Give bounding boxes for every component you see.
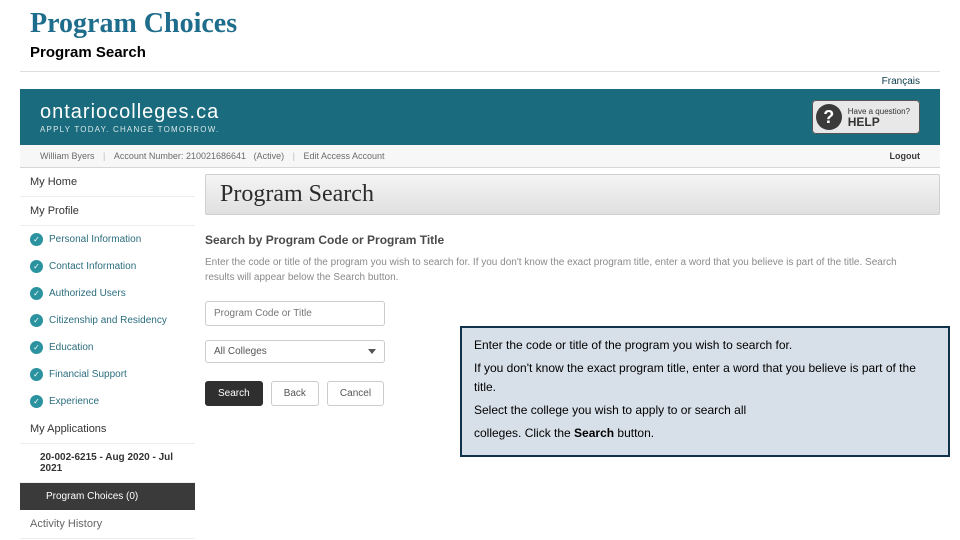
sidebar-item-label: Contact Information <box>49 261 136 272</box>
sidebar-item-label: Financial Support <box>49 369 127 380</box>
check-icon: ✓ <box>30 233 43 246</box>
account-bar: William Byers | Account Number: 21002168… <box>20 145 940 168</box>
back-button[interactable]: Back <box>271 381 319 406</box>
account-number: 210021686641 <box>186 151 246 161</box>
account-number-label: Account Number: <box>114 151 184 161</box>
sidebar-activity-history[interactable]: Activity History <box>20 510 195 539</box>
search-button[interactable]: Search <box>205 381 263 406</box>
check-icon: ✓ <box>30 314 43 327</box>
check-icon: ✓ <box>30 260 43 273</box>
check-icon: ✓ <box>30 287 43 300</box>
edit-access-link[interactable]: Edit Access Account <box>303 151 384 161</box>
sidebar-item-label: Education <box>49 342 93 353</box>
account-status: (Active) <box>254 151 285 161</box>
check-icon: ✓ <box>30 368 43 381</box>
question-icon: ? <box>816 104 842 130</box>
separator: | <box>293 151 295 161</box>
top-links: Français <box>20 72 940 89</box>
help-label: HELP <box>848 117 910 127</box>
page-title-bar: Program Search <box>205 174 940 215</box>
sidebar-my-applications[interactable]: My Applications <box>20 415 195 444</box>
cancel-button[interactable]: Cancel <box>327 381 384 406</box>
sidebar-item-label: Authorized Users <box>49 288 126 299</box>
sidebar-item-contact-information[interactable]: ✓ Contact Information <box>20 253 195 280</box>
sidebar-item-education[interactable]: ✓ Education <box>20 334 195 361</box>
account-name: William Byers <box>40 151 95 161</box>
sidebar-item-authorized-users[interactable]: ✓ Authorized Users <box>20 280 195 307</box>
sidebar-item-citizenship-residency[interactable]: ✓ Citizenship and Residency <box>20 307 195 334</box>
chevron-down-icon <box>368 349 376 354</box>
sidebar-application-entry[interactable]: 20-002-6215 - Aug 2020 - Jul 2021 <box>20 444 195 483</box>
logo-main: ontariocolleges.ca <box>40 101 219 124</box>
check-icon: ✓ <box>30 395 43 408</box>
brand-bar: ontariocolleges.ca APPLY TODAY. CHANGE T… <box>20 89 940 145</box>
callout-line: Enter the code or title of the program y… <box>474 336 936 355</box>
separator: | <box>103 151 105 161</box>
app-screenshot: Français ontariocolleges.ca APPLY TODAY.… <box>20 71 940 539</box>
language-link[interactable]: Français <box>882 76 920 87</box>
slide-subtitle: Program Search <box>0 40 960 71</box>
logo-sub: APPLY TODAY. CHANGE TOMORROW. <box>40 125 219 134</box>
sidebar-item-label: Experience <box>49 396 99 407</box>
college-select[interactable]: All Colleges <box>205 340 385 363</box>
slide-title: Program Choices <box>0 0 960 40</box>
account-info: William Byers | Account Number: 21002168… <box>40 151 385 161</box>
page-title: Program Search <box>220 181 374 208</box>
sidebar-program-choices[interactable]: Program Choices (0) <box>20 483 195 510</box>
callout-text: colleges. Click the <box>474 426 574 440</box>
sidebar: My Home My Profile ✓ Personal Informatio… <box>20 168 195 539</box>
callout-bold: Search <box>574 426 614 440</box>
sidebar-my-profile[interactable]: My Profile <box>20 197 195 226</box>
sidebar-item-label: Personal Information <box>49 234 141 245</box>
callout-line: colleges. Click the Search button. <box>474 424 936 443</box>
sidebar-item-label: Citizenship and Residency <box>49 315 167 326</box>
sidebar-item-experience[interactable]: ✓ Experience <box>20 388 195 415</box>
college-select-value: All Colleges <box>214 346 267 357</box>
help-button[interactable]: ? Have a question? HELP <box>812 100 920 134</box>
helper-text: Enter the code or title of the program y… <box>205 255 905 285</box>
sidebar-item-financial-support[interactable]: ✓ Financial Support <box>20 361 195 388</box>
sidebar-item-personal-information[interactable]: ✓ Personal Information <box>20 226 195 253</box>
check-icon: ✓ <box>30 341 43 354</box>
callout-line: If you don't know the exact program titl… <box>474 359 936 397</box>
callout-line: Select the college you wish to apply to … <box>474 401 936 420</box>
callout-text: button. <box>614 426 654 440</box>
sidebar-my-home[interactable]: My Home <box>20 168 195 197</box>
logo: ontariocolleges.ca APPLY TODAY. CHANGE T… <box>40 101 219 134</box>
program-code-input[interactable] <box>205 301 385 326</box>
section-heading: Search by Program Code or Program Title <box>205 233 940 247</box>
instruction-callout: Enter the code or title of the program y… <box>460 326 950 457</box>
help-text: Have a question? HELP <box>848 107 910 127</box>
logout-link[interactable]: Logout <box>890 151 921 161</box>
